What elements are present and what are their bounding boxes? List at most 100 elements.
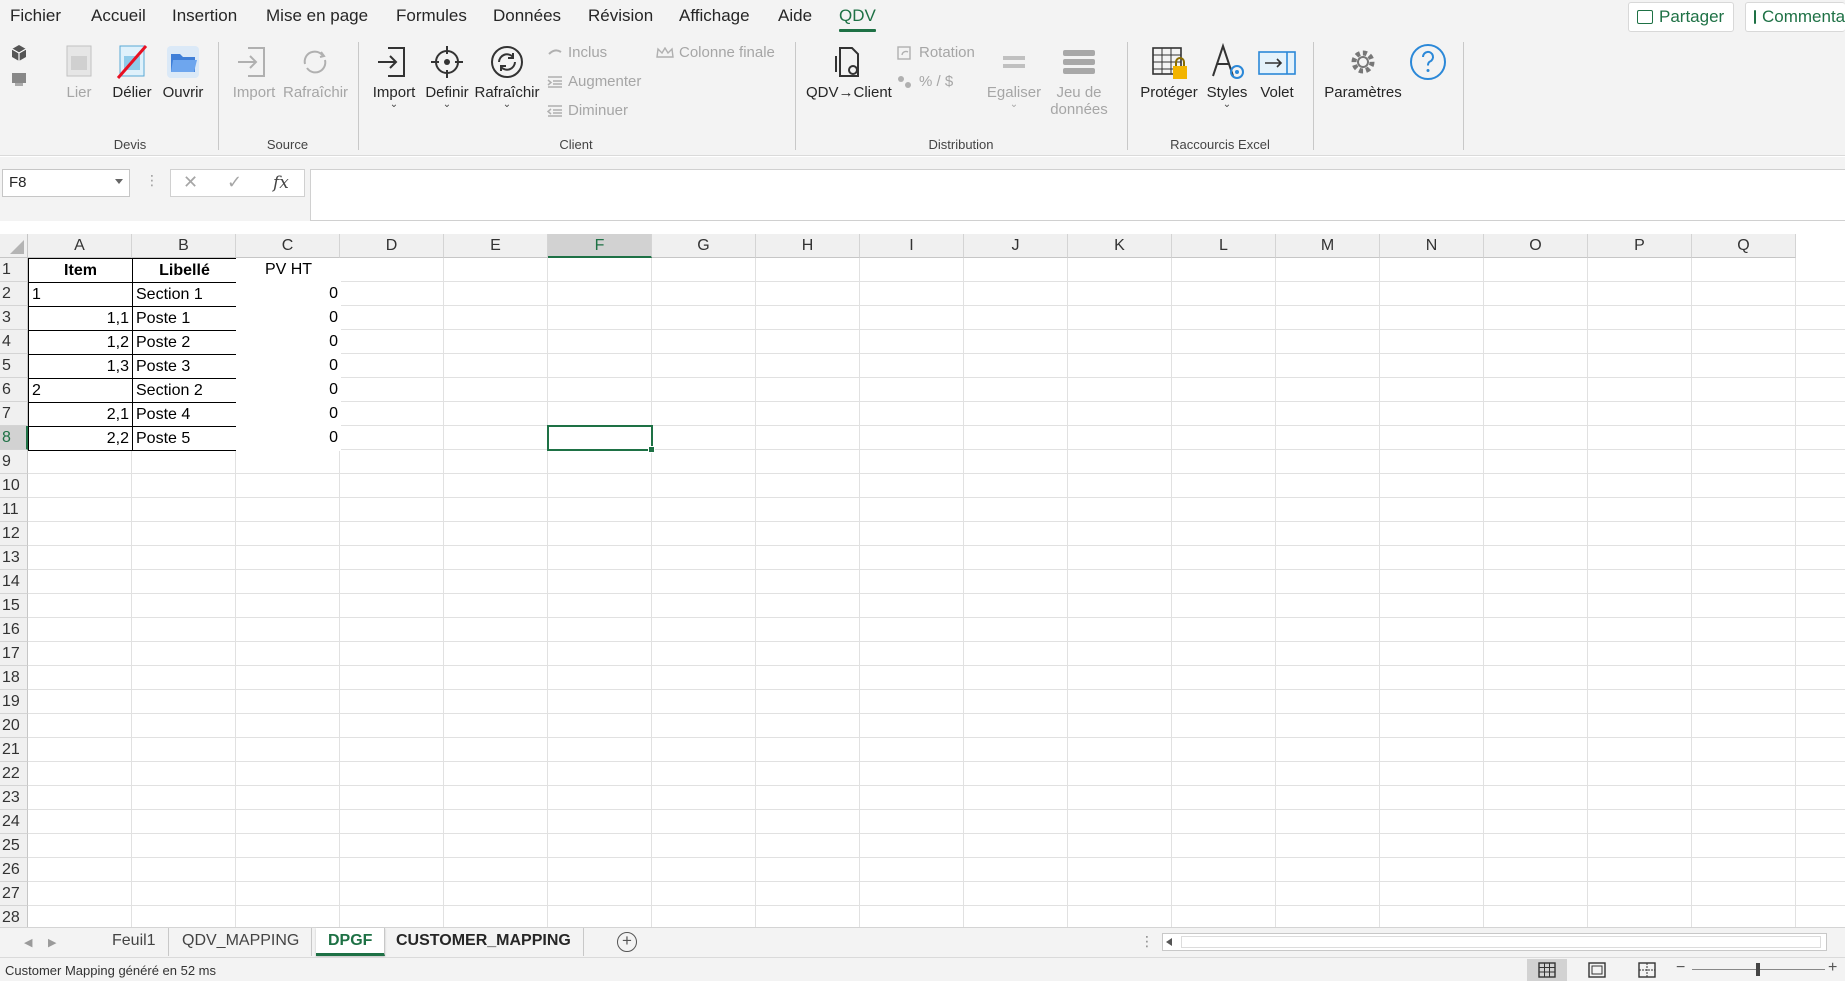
column-header[interactable]: O xyxy=(1484,234,1588,258)
styles-button[interactable]: Styles ⌄ xyxy=(1205,42,1249,110)
column-header[interactable]: F xyxy=(548,234,652,258)
tab-fichier[interactable]: Fichier xyxy=(10,6,61,26)
row-header[interactable]: 21 xyxy=(0,738,28,762)
cell-libelle[interactable]: Poste 3 xyxy=(132,354,237,379)
insert-function-icon[interactable]: fx xyxy=(273,173,289,193)
cell-libelle[interactable]: Poste 2 xyxy=(132,330,237,355)
qdv-client-button[interactable]: QDV→Client xyxy=(806,42,892,101)
tab-formules[interactable]: Formules xyxy=(396,6,467,26)
column-header[interactable]: L xyxy=(1172,234,1276,258)
augmenter-button[interactable]: Augmenter xyxy=(547,73,641,90)
column-header[interactable]: G xyxy=(652,234,756,258)
row-header[interactable]: 20 xyxy=(0,714,28,738)
column-header[interactable]: Q xyxy=(1692,234,1796,258)
row-header[interactable]: 12 xyxy=(0,522,28,546)
horizontal-scrollbar[interactable] xyxy=(1162,933,1827,951)
row-header[interactable]: 13 xyxy=(0,546,28,570)
zoom-out-button[interactable]: − xyxy=(1676,959,1685,977)
column-header[interactable]: I xyxy=(860,234,964,258)
cell-pv-ht[interactable]: 0 xyxy=(236,282,341,307)
column-header[interactable]: D xyxy=(340,234,444,258)
qdv-cube-icon[interactable] xyxy=(10,44,28,62)
check-icon[interactable]: ✓ xyxy=(227,172,242,193)
scrollbar-thumb[interactable] xyxy=(1181,936,1821,948)
row-header[interactable]: 10 xyxy=(0,474,28,498)
source-import-button[interactable]: Import xyxy=(229,42,279,101)
cell-libelle[interactable]: Section 2 xyxy=(132,378,237,403)
row-header[interactable]: 16 xyxy=(0,618,28,642)
tab-revision[interactable]: Révision xyxy=(588,6,653,26)
cell-item[interactable]: 1,2 xyxy=(28,330,133,355)
zoom-thumb[interactable] xyxy=(1756,963,1760,976)
zoom-in-button[interactable]: + xyxy=(1828,959,1837,977)
cancel-icon[interactable]: ✕ xyxy=(183,172,198,193)
cell-libelle[interactable]: Section 1 xyxy=(132,282,237,307)
cell-item[interactable]: 2,2 xyxy=(28,426,133,451)
select-all-corner[interactable] xyxy=(0,234,28,258)
chevron-right-icon[interactable]: ▶ xyxy=(48,936,56,949)
volet-button[interactable]: Volet xyxy=(1254,42,1300,101)
row-header[interactable]: 7 xyxy=(0,402,28,426)
delier-button[interactable]: Délier xyxy=(108,42,156,101)
tab-donnees[interactable]: Données xyxy=(493,6,561,26)
cell-item[interactable]: 2,1 xyxy=(28,402,133,427)
row-header[interactable]: 18 xyxy=(0,666,28,690)
row-header[interactable]: 5 xyxy=(0,354,28,378)
grid-tool-icon[interactable] xyxy=(10,70,28,88)
rotation-button[interactable]: Rotation xyxy=(896,44,975,61)
percent-dollar-button[interactable]: % / $ xyxy=(896,73,953,90)
cells-area[interactable]: Item Libellé PV HT 1 Section 1 0 1,1 Poste 1 0 1,… xyxy=(28,258,1845,927)
share-button[interactable]: Partager xyxy=(1628,2,1734,32)
ouvrir-button[interactable]: Ouvrir xyxy=(161,42,205,101)
cell-header-pv-ht[interactable]: PV HT xyxy=(236,258,341,283)
cell-pv-ht[interactable]: 0 xyxy=(236,426,341,451)
row-header[interactable]: 24 xyxy=(0,810,28,834)
tab-aide[interactable]: Aide xyxy=(778,6,812,26)
name-box[interactable]: F8 xyxy=(2,169,130,197)
page-break-button[interactable] xyxy=(1627,959,1667,981)
cell-item[interactable]: 1 xyxy=(28,282,133,307)
client-refresh-button[interactable]: Rafraîchir ⌄ xyxy=(474,42,540,110)
row-header[interactable]: 9 xyxy=(0,450,28,474)
vertical-dots-icon[interactable]: ⋮ xyxy=(1140,933,1154,950)
diminuer-button[interactable]: Diminuer xyxy=(547,102,628,119)
sheet-tab-qdv-mapping[interactable]: QDV_MAPPING xyxy=(170,928,313,956)
cell-pv-ht[interactable]: 0 xyxy=(236,306,341,331)
column-header[interactable]: K xyxy=(1068,234,1172,258)
column-header[interactable]: A xyxy=(28,234,132,258)
row-header[interactable]: 11 xyxy=(0,498,28,522)
page-layout-button[interactable] xyxy=(1577,959,1617,981)
row-header[interactable]: 23 xyxy=(0,786,28,810)
cell-pv-ht[interactable]: 0 xyxy=(236,354,341,379)
row-header[interactable]: 15 xyxy=(0,594,28,618)
row-header[interactable]: 26 xyxy=(0,858,28,882)
add-sheet-button[interactable]: + xyxy=(617,932,637,952)
row-header[interactable]: 22 xyxy=(0,762,28,786)
normal-view-button[interactable] xyxy=(1527,959,1567,981)
egaliser-button[interactable]: Egaliser ⌄ xyxy=(983,42,1045,110)
cell-libelle[interactable]: Poste 1 xyxy=(132,306,237,331)
tab-accueil[interactable]: Accueil xyxy=(91,6,146,26)
tab-affichage[interactable]: Affichage xyxy=(679,6,750,26)
tab-insertion[interactable]: Insertion xyxy=(172,6,237,26)
cell-header-libelle[interactable]: Libellé xyxy=(132,258,237,283)
cell-item[interactable]: 2 xyxy=(28,378,133,403)
column-header[interactable]: H xyxy=(756,234,860,258)
row-header[interactable]: 19 xyxy=(0,690,28,714)
chevron-left-icon[interactable]: ◀ xyxy=(24,936,32,949)
client-import-button[interactable]: Import ⌄ xyxy=(369,42,419,110)
column-header[interactable]: E xyxy=(444,234,548,258)
chevron-down-icon[interactable] xyxy=(115,179,123,184)
row-header[interactable]: 4 xyxy=(0,330,28,354)
help-button[interactable] xyxy=(1408,42,1448,82)
cell-pv-ht[interactable]: 0 xyxy=(236,330,341,355)
column-header[interactable]: C xyxy=(236,234,340,258)
tab-mise-en-page[interactable]: Mise en page xyxy=(266,6,368,26)
column-header[interactable]: M xyxy=(1276,234,1380,258)
cell-pv-ht[interactable]: 0 xyxy=(236,402,341,427)
row-header[interactable]: 1 xyxy=(0,258,28,282)
definir-button[interactable]: Definir ⌄ xyxy=(422,42,472,110)
sheet-tab-customer-mapping[interactable]: CUSTOMER_MAPPING xyxy=(384,928,584,956)
row-header[interactable]: 8 xyxy=(0,426,28,450)
row-header[interactable]: 25 xyxy=(0,834,28,858)
